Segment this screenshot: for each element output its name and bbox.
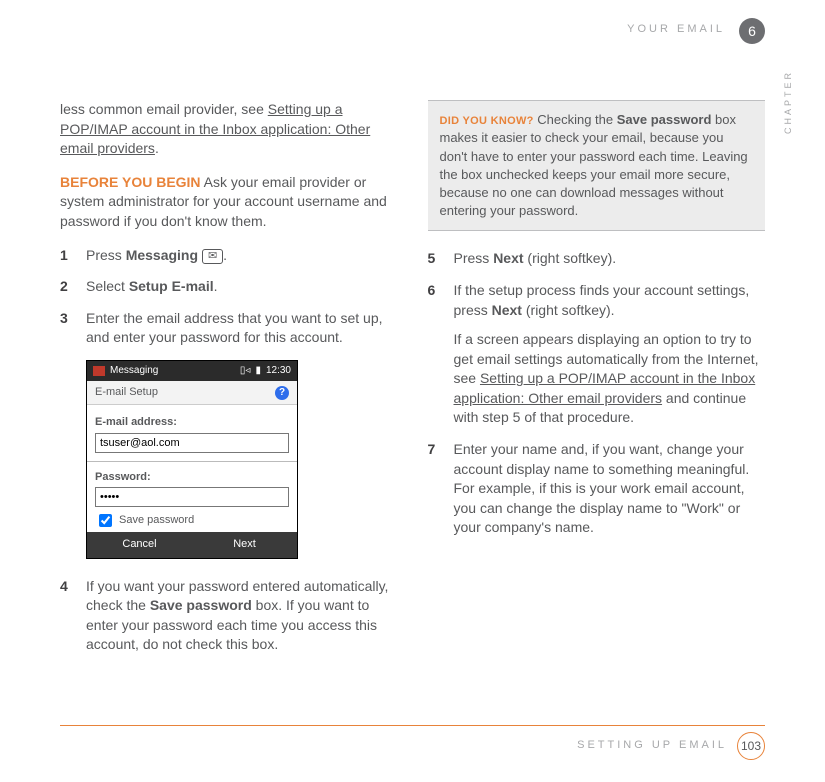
step-5: 5 Press Next (right softkey). <box>428 249 766 269</box>
email-field[interactable] <box>95 433 289 453</box>
save-password-bold: Save password <box>150 597 252 613</box>
text: . <box>223 247 227 263</box>
signal-icon: ▯◃ <box>240 364 251 378</box>
next-label: Next <box>492 302 522 318</box>
step-3: 3 Enter the email address that you want … <box>60 309 398 348</box>
text: Enter your name and, if you want, change… <box>454 440 766 538</box>
messaging-icon: ✉ <box>202 249 223 264</box>
text: less common email provider, see <box>60 101 268 117</box>
email-label: E-mail address: <box>95 415 289 430</box>
page-number: 103 <box>737 732 765 760</box>
step-6: 6 If the setup process finds your accoun… <box>428 281 766 428</box>
callout-lead: DID YOU KNOW? <box>440 115 534 127</box>
text: Press <box>86 247 126 263</box>
step-number: 3 <box>60 309 74 348</box>
start-flag-icon <box>93 366 105 376</box>
step-4: 4 If you want your password entered auto… <box>60 577 398 655</box>
phone-screenshot: Messaging ▯◃ ▮ 12:30 E-mail Setup ? E-ma… <box>86 360 298 559</box>
softkey-next[interactable]: Next <box>192 532 297 557</box>
chapter-label: CHAPTER <box>782 70 795 134</box>
setup-email-label: Setup E-mail <box>129 278 214 294</box>
phone-title-bar: Messaging ▯◃ ▮ 12:30 <box>87 361 297 381</box>
text: Select <box>86 278 129 294</box>
intro-paragraph: less common email provider, see Setting … <box>60 100 398 159</box>
text: Press <box>454 250 494 266</box>
step-1: 1 Press Messaging ✉. <box>60 246 398 266</box>
step-7: 7 Enter your name and, if you want, chan… <box>428 440 766 538</box>
step-number: 1 <box>60 246 74 266</box>
password-label: Password: <box>95 470 289 485</box>
callout-bold: Save password <box>617 112 712 127</box>
phone-screen-title: E-mail Setup <box>95 385 158 400</box>
text: . <box>214 278 218 294</box>
step-number: 7 <box>428 440 442 538</box>
help-icon: ? <box>275 386 289 400</box>
before-label: BEFORE YOU BEGIN <box>60 174 201 190</box>
step-number: 4 <box>60 577 74 655</box>
text: Enter the email address that you want to… <box>86 309 398 348</box>
running-header: YOUR EMAIL <box>627 22 725 37</box>
battery-icon: ▮ <box>255 364 261 378</box>
step-number: 6 <box>428 281 442 428</box>
page-footer: SETTING UP EMAIL 103 <box>60 725 765 760</box>
phone-clock: 12:30 <box>266 364 291 378</box>
did-you-know-callout: DID YOU KNOW? Checking the Save password… <box>428 100 766 231</box>
text: . <box>155 140 159 156</box>
messaging-label: Messaging <box>126 247 198 263</box>
right-column: DID YOU KNOW? Checking the Save password… <box>428 100 766 667</box>
password-field[interactable] <box>95 487 289 507</box>
phone-app-title: Messaging <box>110 364 158 378</box>
text: (right softkey). <box>522 302 615 318</box>
text: Checking the <box>534 112 617 127</box>
next-label: Next <box>493 250 523 266</box>
chapter-number-badge: 6 <box>739 18 765 44</box>
save-password-label: Save password <box>119 513 194 528</box>
step-number: 2 <box>60 277 74 297</box>
footer-section: SETTING UP EMAIL <box>577 738 727 753</box>
step-number: 5 <box>428 249 442 269</box>
save-password-checkbox[interactable] <box>99 514 112 527</box>
left-column: less common email provider, see Setting … <box>60 100 398 667</box>
text: box makes it easier to check your email,… <box>440 112 748 218</box>
text: (right softkey). <box>524 250 617 266</box>
step-2: 2 Select Setup E-mail. <box>60 277 398 297</box>
softkey-cancel[interactable]: Cancel <box>87 532 192 557</box>
before-you-begin: BEFORE YOU BEGIN Ask your email provider… <box>60 173 398 232</box>
